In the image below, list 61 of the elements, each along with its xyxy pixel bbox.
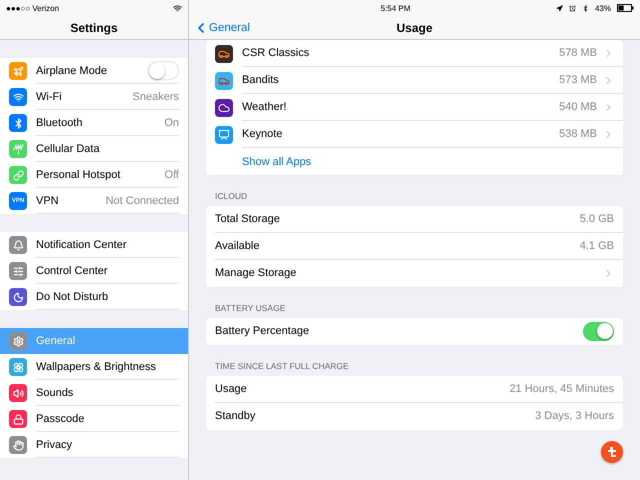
row-label: Battery Percentage bbox=[215, 325, 310, 337]
item-value: On bbox=[164, 116, 179, 128]
alarm-icon bbox=[568, 4, 576, 12]
row-value: 4.1 GB bbox=[580, 240, 614, 252]
item-label: Airplane Mode bbox=[36, 64, 107, 76]
app-size: 540 MB bbox=[559, 101, 597, 113]
item-label: Control Center bbox=[36, 264, 108, 276]
row-label: Manage Storage bbox=[215, 267, 296, 279]
section-header: BATTERY USAGE bbox=[214, 302, 286, 315]
row-value: 21 Hours, 45 Minutes bbox=[509, 383, 614, 395]
section-header: TIME SINCE LAST FULL CHARGE bbox=[214, 360, 350, 373]
cloud-icon bbox=[215, 98, 233, 116]
app-row[interactable]: CSR Classics 578 MB bbox=[206, 40, 623, 67]
app-row[interactable]: Weather! 540 MB bbox=[206, 94, 623, 121]
car-icon bbox=[215, 72, 233, 90]
app-name: Bandits bbox=[242, 74, 279, 86]
row-label: Available bbox=[215, 240, 260, 252]
item-label: Sounds bbox=[36, 386, 74, 398]
app-row[interactable]: Bandits 573 MB bbox=[206, 67, 623, 94]
wifi-icon bbox=[173, 4, 182, 12]
carrier-label: ●●●○○ Verizon bbox=[6, 4, 60, 12]
item-label: Bluetooth bbox=[36, 116, 82, 128]
location-icon bbox=[556, 4, 563, 12]
item-label: General bbox=[36, 334, 76, 346]
item-label: Do Not Disturb bbox=[36, 290, 108, 302]
presentation-icon bbox=[215, 126, 233, 144]
app-size: 578 MB bbox=[559, 47, 597, 59]
row-value: 5.0 GB bbox=[580, 213, 614, 225]
item-value: Not Connected bbox=[106, 194, 179, 206]
show-all-link[interactable]: Show all Apps bbox=[242, 148, 623, 175]
car-icon bbox=[215, 44, 233, 62]
item-value: Sneakers bbox=[132, 90, 179, 102]
battery-icon bbox=[617, 4, 634, 12]
item-label: Wallpapers & Brightness bbox=[36, 360, 156, 372]
back-button[interactable]: General bbox=[193, 20, 250, 36]
page-title: Usage bbox=[396, 20, 433, 34]
item-label: Cellular Data bbox=[36, 142, 100, 154]
app-size: 573 MB bbox=[559, 74, 597, 86]
section-header: ICLOUD bbox=[214, 190, 248, 203]
app-name: Weather! bbox=[242, 101, 286, 113]
row-value: 3 Days, 3 Hours bbox=[535, 410, 614, 422]
bluetooth-icon bbox=[582, 4, 589, 12]
item-value: Off bbox=[164, 168, 179, 180]
row-label: Standby bbox=[215, 410, 256, 422]
item-label: Notification Center bbox=[36, 238, 126, 250]
app-name: Keynote bbox=[242, 128, 282, 140]
floating-action-button[interactable] bbox=[601, 441, 623, 463]
item-label: Personal Hotspot bbox=[36, 168, 120, 180]
item-label: Passcode bbox=[36, 412, 84, 424]
app-row[interactable]: Keynote 538 MB bbox=[206, 121, 623, 148]
clock-time: 5:54 PM bbox=[380, 4, 410, 12]
row-label: Total Storage bbox=[215, 213, 280, 225]
item-label: VPN bbox=[36, 194, 59, 206]
row-label: Usage bbox=[215, 383, 247, 395]
app-name: CSR Classics bbox=[242, 47, 310, 59]
battery-percent: 43% bbox=[594, 4, 611, 12]
app-size: 538 MB bbox=[559, 128, 597, 140]
item-label: Wi-Fi bbox=[36, 90, 62, 102]
item-label: Privacy bbox=[36, 438, 72, 450]
toggle-switch[interactable] bbox=[583, 322, 614, 340]
sidebar-title: Settings bbox=[70, 20, 118, 34]
